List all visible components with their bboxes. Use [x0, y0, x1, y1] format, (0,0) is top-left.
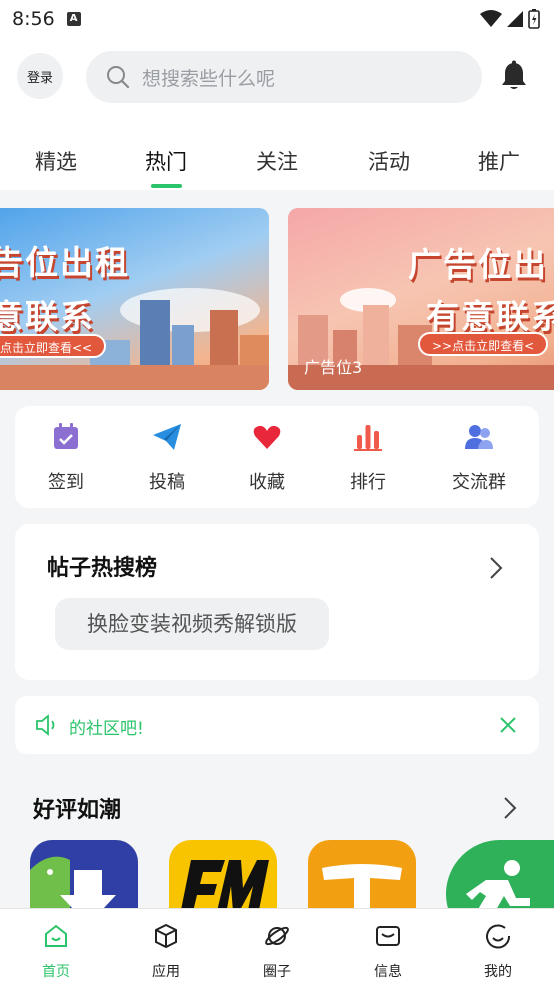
notification-icon: A — [66, 12, 81, 26]
home-icon — [45, 924, 67, 947]
nav-home[interactable]: 首页 — [16, 923, 96, 981]
status-indicators — [480, 9, 540, 29]
nav-label: 首页 — [42, 964, 70, 980]
quick-action-favorites[interactable]: 收藏 — [217, 422, 317, 494]
status-bar: 8:56 A — [0, 0, 554, 38]
nav-messages[interactable]: 信息 — [348, 923, 428, 981]
quick-action-label: 收藏 — [249, 472, 285, 493]
banner-3-cta: >>点击立即查看< — [418, 332, 549, 356]
tab-jingxuan[interactable]: 精选 — [21, 146, 91, 176]
category-tabs: 精选 热门 关注 活动 推广 — [0, 142, 554, 190]
nav-circle[interactable]: 圈子 — [237, 923, 317, 981]
nav-label: 圈子 — [263, 964, 291, 980]
quick-action-label: 签到 — [48, 472, 84, 493]
quick-action-label: 交流群 — [452, 472, 506, 493]
calendar-check-icon — [54, 423, 78, 449]
cube-icon — [155, 923, 177, 949]
good-reviews-title: 好评如潮 — [33, 798, 122, 823]
heart-icon — [253, 425, 281, 449]
login-button[interactable]: 登录 — [17, 53, 63, 99]
banner-3-caption: 广告位3 — [304, 358, 363, 377]
banner-3-title-line2: 有意联系 — [426, 297, 554, 336]
bottom-nav: 首页 应用 圈子 信息 我的 — [0, 908, 554, 986]
banner-1-cta: 点击立即查看<< — [0, 334, 107, 358]
nav-apps[interactable]: 应用 — [126, 923, 206, 981]
quick-actions: 签到 投稿 收藏 排行 交流群 — [15, 406, 539, 508]
quick-action-group-chat[interactable]: 交流群 — [429, 422, 529, 494]
active-tab-indicator — [151, 184, 182, 188]
tab-tuiguang[interactable]: 推广 — [464, 146, 534, 176]
bell-icon[interactable] — [500, 60, 528, 92]
header: 登录 想搜索些什么呢 精选 热门 关注 活动 推广 — [0, 38, 554, 190]
planet-icon — [265, 926, 289, 946]
nav-label: 信息 — [374, 964, 402, 980]
chevron-right-icon[interactable] — [489, 556, 503, 580]
quick-action-label: 投稿 — [149, 472, 185, 493]
banner-1-title-line2: 意联系 — [0, 297, 95, 336]
speaker-icon — [36, 714, 55, 736]
hot-search-chip[interactable]: 换脸变装视频秀解锁版 — [55, 598, 329, 650]
banner-3-title-line1: 广告位出 — [408, 245, 548, 284]
group-icon — [465, 425, 493, 449]
mail-icon — [376, 926, 400, 946]
quick-action-ranking[interactable]: 排行 — [318, 422, 418, 494]
hot-search-card: 帖子热搜榜 换脸变装视频秀解锁版 — [15, 524, 539, 680]
nav-profile[interactable]: 我的 — [458, 923, 538, 981]
chevron-right-icon[interactable] — [503, 796, 517, 820]
tab-huodong[interactable]: 活动 — [354, 146, 424, 176]
nav-label: 应用 — [152, 964, 180, 980]
bar-chart-icon — [354, 425, 382, 451]
wifi-icon — [480, 10, 502, 27]
close-icon[interactable] — [499, 716, 517, 734]
tab-guanzhu[interactable]: 关注 — [242, 146, 312, 176]
search-bar[interactable]: 想搜索些什么呢 — [86, 51, 482, 103]
battery-icon — [528, 9, 540, 29]
banner-1-title-line1: 告位出租 — [0, 243, 130, 282]
search-icon — [107, 66, 130, 89]
paper-plane-icon — [153, 424, 181, 450]
quick-action-submit[interactable]: 投稿 — [117, 422, 217, 494]
hot-search-title: 帖子热搜榜 — [47, 556, 158, 581]
banner-ad-1[interactable]: 告位出租 意联系 点击立即查看<< — [0, 208, 269, 390]
quick-action-checkin[interactable]: 签到 — [16, 422, 116, 494]
notice-text: 的社区吧! — [69, 719, 144, 739]
smile-icon — [486, 924, 511, 949]
signal-icon — [507, 11, 523, 27]
tab-remen[interactable]: 热门 — [131, 146, 201, 176]
status-time: 8:56 — [12, 8, 55, 30]
nav-label: 我的 — [484, 964, 512, 980]
banner-ad-3[interactable]: 广告位出 有意联系 >>点击立即查看< 广告位3 — [288, 208, 554, 390]
search-placeholder: 想搜索些什么呢 — [142, 67, 276, 90]
quick-action-label: 排行 — [350, 472, 386, 493]
notice-bar: 的社区吧! — [15, 696, 539, 754]
